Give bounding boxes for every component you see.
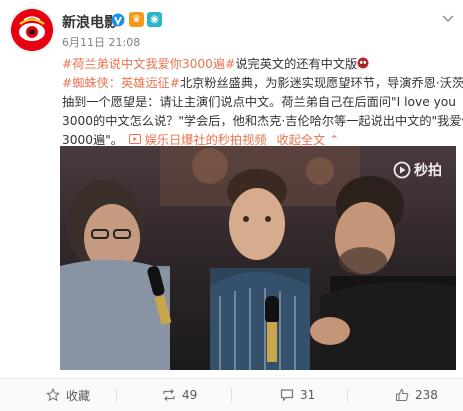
repost-icon bbox=[163, 389, 175, 401]
level-badge-icon[interactable]: ◉ bbox=[147, 12, 162, 27]
post-text-line-1: #荷兰弟说中文我爱你3000遍#说完英文的还有中文版 bbox=[62, 55, 454, 74]
verified-icon bbox=[111, 13, 125, 27]
divider bbox=[116, 388, 117, 402]
chevron-down-icon[interactable] bbox=[441, 14, 455, 24]
collapse-text-link[interactable]: 收起全文 ⌃ bbox=[277, 133, 340, 147]
spider-emoji-icon bbox=[357, 57, 369, 69]
repost-count: 49 bbox=[182, 388, 198, 402]
divider bbox=[347, 388, 348, 402]
favorite-button[interactable]: 收藏 bbox=[46, 379, 90, 411]
topic-link-i-love-you[interactable]: #荷兰弟说中文我爱你3000遍# bbox=[62, 57, 235, 71]
video-source-link[interactable]: 娱乐日爆社的秒拍视频 bbox=[145, 133, 267, 147]
like-count: 238 bbox=[415, 388, 438, 402]
post-text-segment: 北京粉丝盛典，为影迷实现愿望环节，导演乔恩·沃茨 bbox=[179, 76, 463, 90]
watermark-text: 秒拍 bbox=[414, 163, 442, 179]
miaopai-icon bbox=[393, 161, 411, 179]
account-avatar[interactable] bbox=[11, 9, 53, 51]
post-text-line-3: 抽到一个愿望是：请让主演们说点中文。荷兰弟自己在后面问"I love you bbox=[62, 95, 456, 109]
comment-count: 31 bbox=[300, 388, 316, 402]
divider bbox=[231, 388, 232, 402]
post-text-segment: 说完英文的还有中文版 bbox=[235, 57, 358, 71]
collapse-text-label: 收起全文 bbox=[276, 133, 326, 147]
like-icon bbox=[395, 388, 409, 402]
vip-badge-icon[interactable]: ♛ bbox=[129, 12, 144, 27]
account-name[interactable]: 新浪电影 bbox=[62, 12, 118, 32]
post-text: #荷兰弟说中文我爱你3000遍#说完英文的还有中文版 #蜘蛛侠：英雄远征#北京粉… bbox=[62, 55, 463, 150]
weibo-post-card: 新浪电影 ♛ ◉ 6月11日 21:08 #荷兰弟说中文我爱你3000遍#说完英… bbox=[0, 0, 463, 411]
comment-icon bbox=[280, 389, 294, 402]
chevron-up-icon: ⌃ bbox=[329, 133, 340, 147]
miaopai-watermark: 秒拍 bbox=[393, 160, 442, 180]
post-text-line-2: #蜘蛛侠：英雄远征#北京粉丝盛典，为影迷实现愿望环节，导演乔恩·沃茨 bbox=[62, 74, 463, 93]
topic-link-spiderman[interactable]: #蜘蛛侠：英雄远征# bbox=[62, 76, 180, 90]
video-player[interactable]: 秒拍 bbox=[60, 146, 456, 370]
post-text-line-4: 3000的中文怎么说？"学会后，他和杰克·吉伦哈尔等一起说出中文的"我爱你 bbox=[62, 114, 463, 128]
favorite-icon bbox=[46, 388, 60, 402]
sina-eye-logo bbox=[11, 9, 53, 51]
like-button[interactable]: 238 bbox=[395, 379, 438, 411]
action-bar: 收藏 49 31 238 bbox=[0, 378, 463, 411]
post-timestamp[interactable]: 6月11日 21:08 bbox=[62, 34, 140, 50]
post-text-segment: 3000遍"。 bbox=[62, 133, 123, 147]
favorite-label: 收藏 bbox=[66, 388, 91, 403]
comment-button[interactable]: 31 bbox=[280, 379, 315, 411]
repost-button[interactable]: 49 bbox=[162, 379, 197, 411]
play-link-icon bbox=[128, 134, 141, 144]
